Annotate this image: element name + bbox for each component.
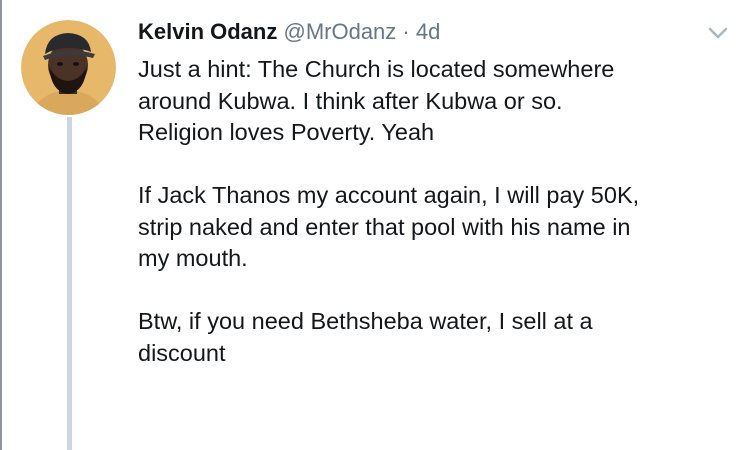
tweet-paragraph: Just a hint: The Church is located somew…	[138, 56, 615, 145]
thread-line	[67, 117, 72, 450]
tweet-header: Kelvin Odanz @MrOdanz · 4d	[138, 17, 440, 47]
tweet-paragraph: If Jack Thanos my account again, I will …	[138, 182, 640, 271]
tweet-paragraph: Btw, if you need Bethsheba water, I sell…	[138, 308, 593, 366]
tweet-body: Just a hint: The Church is located somew…	[138, 54, 738, 369]
tweet-timestamp[interactable]: 4d	[416, 19, 440, 44]
author-handle[interactable]: @MrOdanz	[283, 19, 396, 44]
author-name[interactable]: Kelvin Odanz	[138, 19, 277, 44]
avatar[interactable]	[21, 20, 116, 115]
left-border	[0, 0, 2, 450]
separator-dot: ·	[402, 19, 410, 44]
chevron-down-icon[interactable]	[707, 26, 729, 40]
